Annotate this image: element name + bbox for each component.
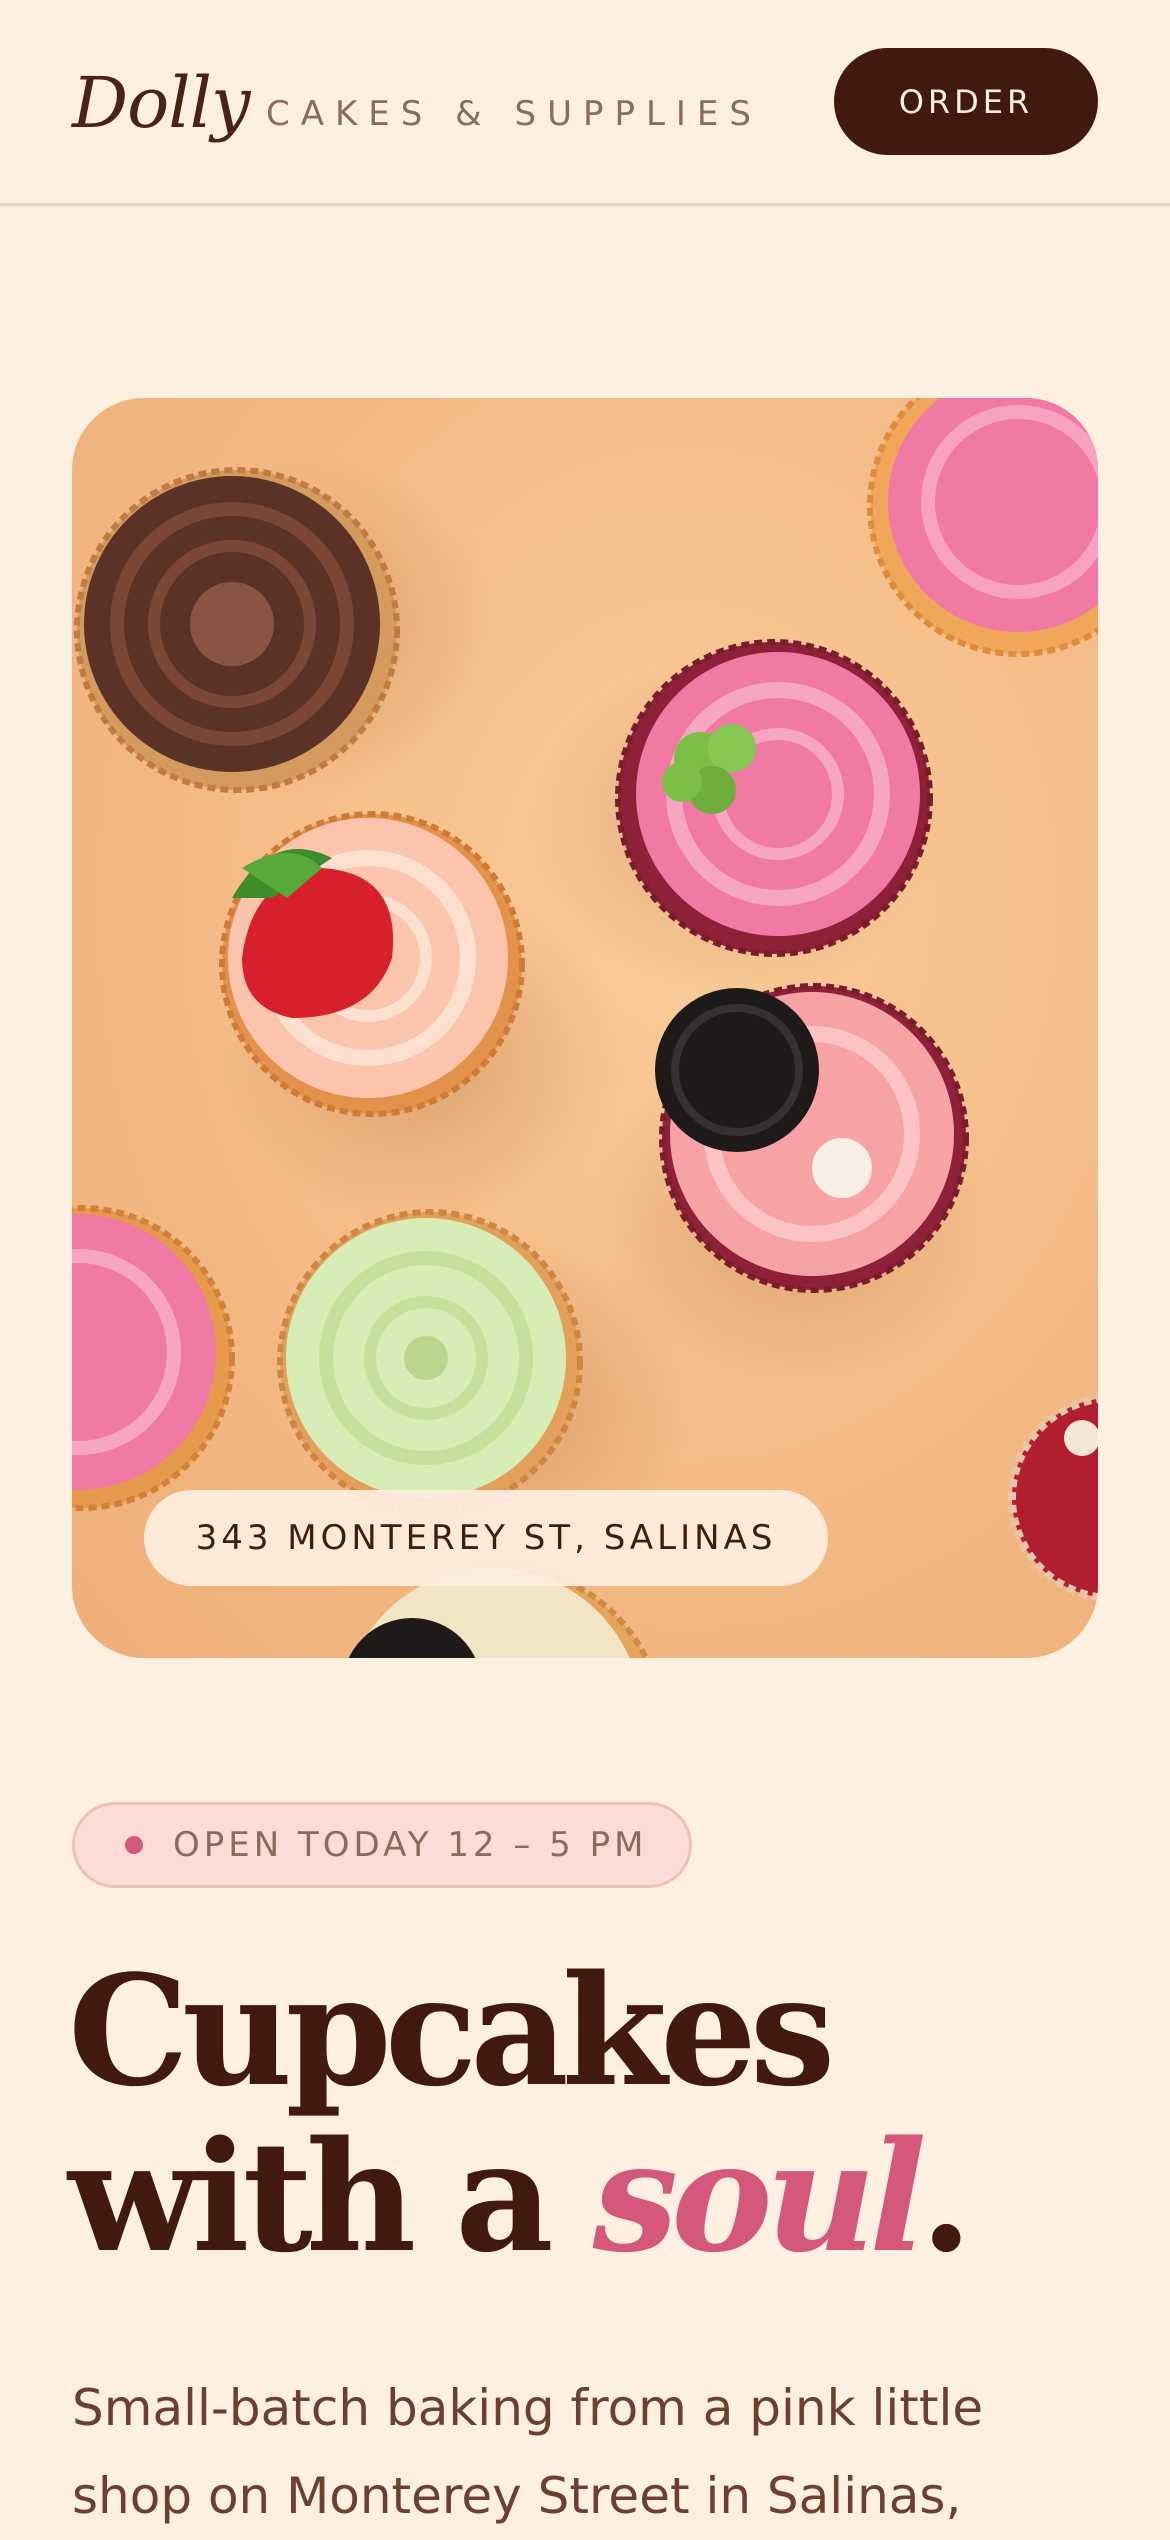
headline-accent-word: soul [592, 2107, 927, 2286]
open-status-badge: OPEN TODAY 12 – 5 PM [72, 1802, 692, 1888]
hero-image: 343 MONTEREY ST, SALINAS [72, 398, 1098, 1658]
hero-headline: Cupcakes with a soul. [68, 1948, 973, 2280]
cupcakes-photo [72, 398, 1098, 1658]
cupcake-chocolate [74, 467, 400, 793]
cupcake-pink-left [72, 1205, 235, 1511]
headline-line-2-prefix: with a [68, 2107, 593, 2286]
cupcake-pink-topright [867, 398, 1098, 657]
status-dot-icon [125, 1836, 143, 1854]
cupcake-matcha [277, 1209, 583, 1515]
headline-period: . [919, 2107, 973, 2286]
site-header: Dolly CAKES & SUPPLIES ORDER [0, 0, 1170, 206]
cupcake-strawberry [219, 811, 525, 1117]
brand-tagline: CAKES & SUPPLIES [266, 94, 762, 134]
cupcake-red-velvet [1008, 1394, 1098, 1602]
brand-logo[interactable]: Dolly [72, 58, 251, 148]
headline-line-1: Cupcakes [68, 1941, 835, 2120]
open-hours-label: OPEN TODAY 12 – 5 PM [173, 1825, 648, 1865]
address-badge: 343 MONTEREY ST, SALINAS [144, 1490, 828, 1586]
order-button[interactable]: ORDER [834, 48, 1098, 155]
intro-paragraph: Small-batch baking from a pink little sh… [72, 2379, 984, 2525]
cupcake-pink-mint [615, 639, 933, 957]
